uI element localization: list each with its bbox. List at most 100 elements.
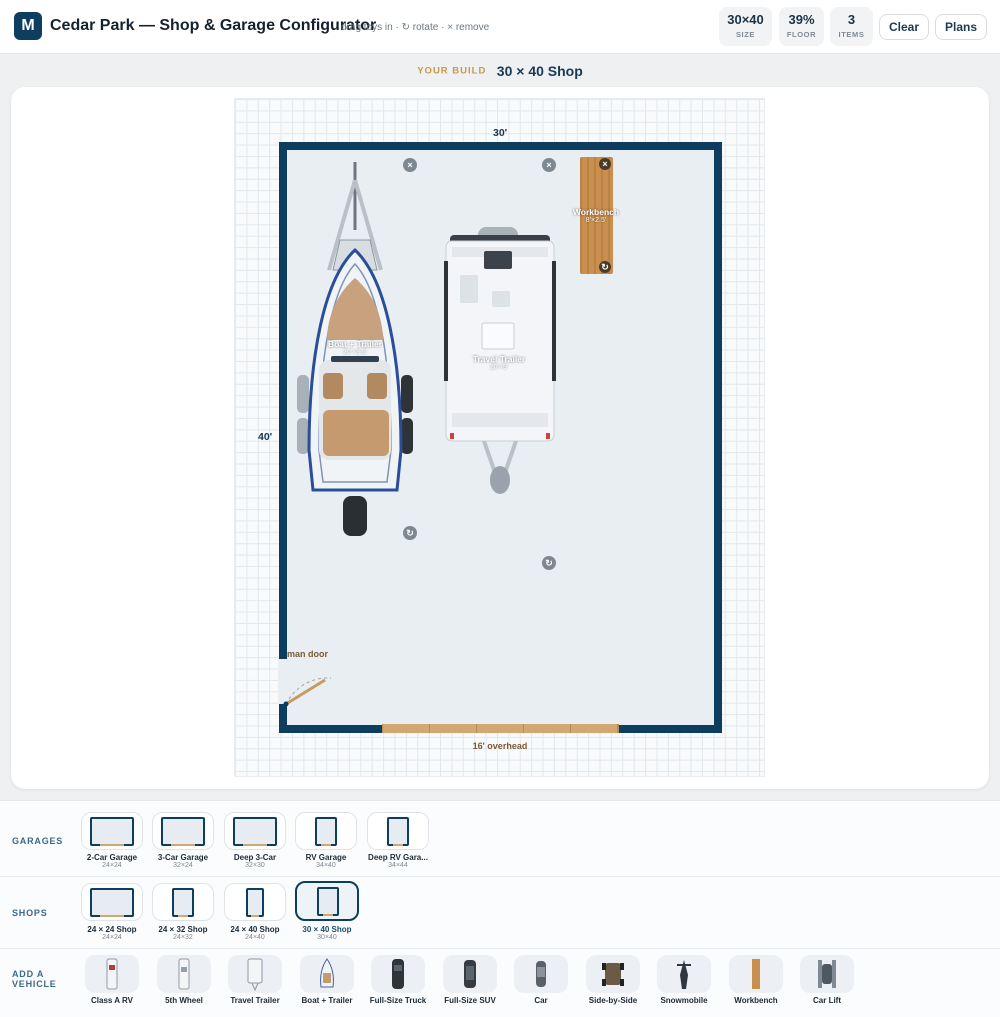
app-title: Cedar Park — Shop & Garage Configurator bbox=[50, 17, 377, 34]
garage-tile-size: 34×44 bbox=[388, 862, 408, 869]
boat-icon bbox=[320, 958, 334, 988]
workbench-icon bbox=[752, 959, 760, 989]
vehicles-row-label: ADD A VEHICLE bbox=[12, 969, 57, 989]
boat-rotate-icon[interactable]: ↻ bbox=[403, 526, 417, 540]
vehicle-tile-full-size-truck[interactable] bbox=[371, 955, 425, 993]
shop-tile-24x24[interactable] bbox=[81, 883, 143, 921]
build-name: 30 × 40 Shop bbox=[496, 62, 583, 79]
vehicle-tile-name: Travel Trailer bbox=[230, 996, 280, 1005]
garage-tile-name: Deep 3-Car bbox=[233, 853, 277, 862]
vehicle-tile-snowmobile[interactable] bbox=[657, 955, 711, 993]
stat-size: 30×40 SIZE bbox=[719, 7, 772, 46]
garage-tile-size: 24×24 bbox=[102, 862, 122, 869]
vehicle-tile-name: Class A RV bbox=[91, 996, 133, 1005]
plans-button[interactable]: Plans bbox=[935, 14, 987, 40]
workbench-remove-icon[interactable]: × bbox=[599, 158, 611, 170]
man-door-swing bbox=[283, 677, 332, 707]
vehicle-tile-5th-wheel[interactable] bbox=[157, 955, 211, 993]
garage-tile-size: 32×30 bbox=[245, 862, 265, 869]
shop-tile-size: 24×24 bbox=[102, 934, 122, 941]
stat-floor-label: FLOOR bbox=[786, 30, 817, 39]
boat-remove-icon[interactable]: × bbox=[403, 158, 417, 172]
truck-icon bbox=[392, 959, 404, 989]
garage-tile-size: 32×24 bbox=[173, 862, 193, 869]
shop-tile-24x40[interactable] bbox=[224, 883, 286, 921]
boat-trailer-label: Boat + Trailer 20'×8.5' bbox=[315, 339, 395, 356]
garage-tile-rv[interactable] bbox=[295, 812, 357, 850]
snowmobile-icon bbox=[677, 960, 691, 989]
fifth-wheel-icon bbox=[178, 958, 190, 990]
shop-tile-name: 24 × 24 Shop bbox=[87, 925, 137, 934]
garage-tile-name: RV Garage bbox=[305, 853, 347, 862]
overhead-door-label: 16' overhead bbox=[0, 741, 1000, 751]
suv-icon bbox=[464, 960, 476, 988]
stat-size-value: 30×40 bbox=[727, 12, 764, 27]
vehicle-tile-full-size-suv[interactable] bbox=[443, 955, 497, 993]
shop-tile-name: 24 × 40 Shop bbox=[230, 925, 280, 934]
vehicle-tile-name: Boat + Trailer bbox=[301, 996, 353, 1005]
vehicle-tile-side-by-side[interactable] bbox=[586, 955, 640, 993]
vehicle-tile-car[interactable] bbox=[514, 955, 568, 993]
workbench-rotate-icon[interactable]: ↻ bbox=[599, 261, 611, 273]
vehicle-tile-name: Side-by-Side bbox=[588, 996, 638, 1005]
overhead-door-label-text: 16' overhead bbox=[472, 741, 528, 751]
stat-floor: 39% FLOOR bbox=[779, 7, 824, 46]
app-logo: M bbox=[14, 12, 42, 40]
row-divider bbox=[0, 876, 1000, 877]
travel-trailer-label: Travel Trailer 20'×9' bbox=[459, 354, 539, 371]
vehicle-tile-travel-trailer[interactable] bbox=[228, 955, 282, 993]
man-door-label: man door bbox=[287, 649, 329, 659]
vehicle-tile-class-a-rv[interactable] bbox=[85, 955, 139, 993]
shop-tile-30x40[interactable] bbox=[295, 881, 359, 921]
garage-tile-deep-rv[interactable] bbox=[367, 812, 429, 850]
clear-button[interactable]: Clear bbox=[879, 14, 929, 40]
build-label: YOUR BUILD bbox=[417, 65, 487, 77]
vehicle-tile-name: Full-Size Truck bbox=[369, 996, 427, 1005]
shop-tile-24x32[interactable] bbox=[152, 883, 214, 921]
shop-tile-size: 30×40 bbox=[317, 934, 337, 941]
car-lift-icon bbox=[818, 960, 836, 988]
garage-tile-name: Deep RV Gara... bbox=[368, 853, 428, 862]
travel-trailer-remove-icon[interactable]: × bbox=[542, 158, 556, 172]
garage-tile-2-car[interactable] bbox=[81, 812, 143, 850]
vehicle-tile-name: Car Lift bbox=[813, 996, 841, 1005]
workbench-label: Workbench 8'×2.5' bbox=[556, 207, 636, 224]
stat-floor-value: 39% bbox=[788, 12, 815, 27]
vehicle-tile-name: Car bbox=[534, 996, 548, 1005]
workbench-name: Workbench bbox=[572, 207, 620, 217]
stat-items-label: ITEMS bbox=[838, 30, 865, 39]
vehicle-tile-name: Workbench bbox=[734, 996, 778, 1005]
shop-tile-name: 30 × 40 Shop bbox=[302, 925, 352, 934]
app-header: M Cedar Park — Shop & Garage Configurato… bbox=[0, 0, 1000, 54]
vehicles-row-label-line2: VEHICLE bbox=[12, 979, 57, 989]
car-icon bbox=[536, 961, 546, 987]
stat-size-label: SIZE bbox=[735, 30, 756, 39]
stat-items-value: 3 bbox=[847, 12, 856, 27]
boat-trailer-size: 20'×8.5' bbox=[342, 349, 368, 356]
row-divider bbox=[0, 948, 1000, 949]
travel-trailer-icon bbox=[247, 958, 263, 992]
depth-dimension: 40' bbox=[258, 431, 273, 443]
shops-row-label: SHOPS bbox=[12, 908, 48, 918]
garages-row-label: GARAGES bbox=[12, 836, 64, 846]
build-heading: YOUR BUILD 30 × 40 Shop bbox=[0, 62, 1000, 80]
vehicles-row-label-line1: ADD A bbox=[12, 969, 45, 979]
travel-trailer-size: 20'×9' bbox=[489, 364, 509, 371]
garage-tile-deep-3-car[interactable] bbox=[224, 812, 286, 850]
garage-tile-3-car[interactable] bbox=[152, 812, 214, 850]
vehicle-tile-boat-trailer[interactable] bbox=[300, 955, 354, 993]
shop-tile-name: 24 × 32 Shop bbox=[158, 925, 208, 934]
vehicle-tile-workbench[interactable] bbox=[729, 955, 783, 993]
usage-hint: drag toys in · ↻ rotate · × remove bbox=[341, 22, 490, 33]
overhead-door bbox=[382, 724, 619, 733]
boat-trailer-name: Boat + Trailer bbox=[327, 339, 383, 349]
vehicle-tile-name: Full-Size SUV bbox=[444, 996, 496, 1005]
garage-tile-name: 3-Car Garage bbox=[157, 853, 209, 862]
width-dimension: 30' bbox=[493, 127, 508, 139]
stat-items: 3 ITEMS bbox=[830, 7, 873, 46]
shop-tile-size: 24×32 bbox=[173, 934, 193, 941]
travel-trailer-rotate-icon[interactable]: ↻ bbox=[542, 556, 556, 570]
garage-tile-name: 2-Car Garage bbox=[86, 853, 138, 862]
vehicle-tile-car-lift[interactable] bbox=[800, 955, 854, 993]
side-by-side-icon bbox=[602, 963, 624, 986]
